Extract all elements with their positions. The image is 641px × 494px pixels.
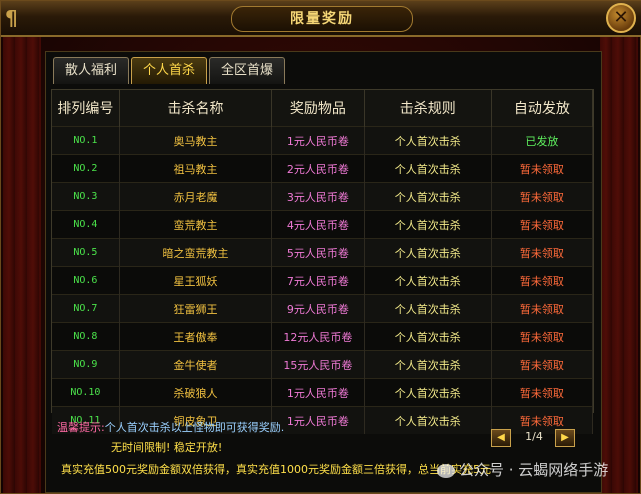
row-boss-name: 蛮荒教主	[119, 210, 273, 239]
curtain-right-decoration	[600, 31, 638, 493]
row-rule: 个人首次击杀	[364, 322, 492, 351]
row-rule: 个人首次击杀	[364, 126, 492, 155]
table-row: NO.5 暗之蛮荒教主 5元人民币卷 个人首次击杀 暂未领取	[52, 238, 594, 267]
row-reward: 1元人民币卷	[271, 126, 365, 155]
row-reward: 2元人民币卷	[271, 154, 365, 183]
reward-table: 排列编号 击杀名称 奖励物品 击杀规则 自动发放 NO.1 奥马教主 1元人民币卷个…	[51, 89, 594, 434]
title-bar: ¶ 限量奖励 ✕	[1, 1, 641, 37]
row-rule: 个人首次击杀	[364, 406, 492, 434]
table-row: NO.6 星王狐妖 7元人民币卷 个人首次击杀 暂未领取	[52, 266, 594, 295]
table-row: NO.4 蛮荒教主 4元人民币卷 个人首次击杀 暂未领取	[52, 210, 594, 239]
row-reward: 7元人民币卷	[271, 266, 365, 295]
tab-geren-shousha[interactable]: 个人首杀	[131, 57, 207, 84]
recharge-notice: 真实充值500元奖励金额双倍获得，真实充值1000元奖励金额三倍获得，总当前实充…	[61, 463, 491, 476]
tab-quanqu-shoubao[interactable]: 全区首爆	[209, 57, 285, 84]
row-boss-name: 祖马教主	[119, 154, 273, 183]
row-reward: 3元人民币卷	[271, 182, 365, 211]
watermark-text: 公众号 · 云蝎网络手游	[459, 461, 609, 479]
curtain-left-decoration	[3, 31, 41, 493]
table-row: NO.9 金牛使者 15元人民币卷 个人首次击杀 暂未领取	[52, 350, 594, 379]
table-row: NO.3 赤月老魔 3元人民币卷 个人首次击杀 暂未领取	[52, 182, 594, 211]
row-status[interactable]: 暂未领取	[491, 238, 594, 267]
row-rule: 个人首次击杀	[364, 182, 492, 211]
row-no: NO.8	[52, 322, 120, 351]
row-rule: 个人首次击杀	[364, 238, 492, 267]
row-reward: 1元人民币卷	[271, 406, 365, 434]
table-row: NO.8 王者傲奉 12元人民币卷 个人首次击杀 暂未领取	[52, 322, 594, 351]
header-name: 击杀名称	[119, 90, 273, 127]
table-row: NO.7 狂雷狮王 9元人民币卷 个人首次击杀 暂未领取	[52, 294, 594, 323]
row-status[interactable]: 暂未领取	[491, 182, 594, 211]
row-rule: 个人首次击杀	[364, 294, 492, 323]
row-no: NO.7	[52, 294, 120, 323]
row-rule: 个人首次击杀	[364, 210, 492, 239]
row-status[interactable]: 已发放	[491, 126, 594, 155]
row-no: NO.10	[52, 378, 120, 407]
row-boss-name: 金牛使者	[119, 350, 273, 379]
row-no: NO.1	[52, 126, 120, 155]
row-reward: 12元人民币卷	[271, 322, 365, 351]
row-status[interactable]: 暂未领取	[491, 378, 594, 407]
row-status[interactable]: 暂未领取	[491, 350, 594, 379]
row-boss-name: 王者傲奉	[119, 322, 273, 351]
prev-page-button[interactable]: ◀	[491, 429, 511, 447]
game-window: ¶ 限量奖励 ✕ 散人福利 个人首杀 全区首爆 排列编号 击杀名称 奖励物品 击…	[0, 0, 641, 494]
row-boss-name: 狂雷狮王	[119, 294, 273, 323]
next-page-button[interactable]: ▶	[555, 429, 575, 447]
row-status[interactable]: 暂未领取	[491, 266, 594, 295]
tip-label: 温馨提示:	[57, 421, 105, 434]
row-no: NO.5	[52, 238, 120, 267]
row-boss-name: 奥马教主	[119, 126, 273, 155]
row-status[interactable]: 暂未领取	[491, 210, 594, 239]
row-no: NO.3	[52, 182, 120, 211]
table-header-row: 排列编号 击杀名称 奖励物品 击杀规则 自动发放	[52, 90, 594, 127]
page-indicator: 1/4	[525, 430, 543, 443]
table-row: NO.1 奥马教主 1元人民币卷 个人首次击杀 已发放	[52, 126, 594, 155]
row-reward: 5元人民币卷	[271, 238, 365, 267]
row-rule: 个人首次击杀	[364, 350, 492, 379]
window-title: 限量奖励	[231, 6, 413, 32]
tip-line: 温馨提示:个人首次击杀以上怪物即可获得奖励.	[57, 419, 284, 435]
table-row: NO.10 杀破狼人 1元人民币卷 个人首次击杀 暂未领取	[52, 378, 594, 407]
corner-ornament-icon: ¶	[5, 6, 18, 30]
row-status[interactable]: 暂未领取	[491, 322, 594, 351]
row-no: NO.9	[52, 350, 120, 379]
row-reward: 15元人民币卷	[271, 350, 365, 379]
tip-body: 个人首次击杀以上怪物即可获得奖励.	[104, 421, 285, 434]
row-no: NO.2	[52, 154, 120, 183]
row-boss-name: 星王狐妖	[119, 266, 273, 295]
row-boss-name: 赤月老魔	[119, 182, 273, 211]
header-rule: 击杀规则	[364, 90, 492, 127]
row-no: NO.4	[52, 210, 120, 239]
row-reward: 4元人民币卷	[271, 210, 365, 239]
row-status[interactable]: 暂未领取	[491, 294, 594, 323]
close-button[interactable]: ✕	[606, 3, 636, 33]
row-boss-name: 杀破狼人	[119, 378, 273, 407]
row-no: NO.6	[52, 266, 120, 295]
header-reward: 奖励物品	[271, 90, 365, 127]
table-row: NO.2 祖马教主 2元人民币卷 个人首次击杀 暂未领取	[52, 154, 594, 183]
row-reward: 9元人民币卷	[271, 294, 365, 323]
row-boss-name: 暗之蛮荒教主	[119, 238, 273, 267]
tab-sanren-fuli[interactable]: 散人福利	[53, 57, 129, 84]
watermark-logo-icon	[437, 463, 455, 478]
header-no: 排列编号	[52, 90, 120, 127]
row-reward: 1元人民币卷	[271, 378, 365, 407]
row-rule: 个人首次击杀	[364, 378, 492, 407]
row-status[interactable]: 暂未领取	[491, 154, 594, 183]
watermark: 公众号 · 云蝎网络手游	[437, 459, 608, 480]
row-rule: 个人首次击杀	[364, 154, 492, 183]
limit-notice: 无时间限制! 稳定开放!	[111, 441, 223, 454]
header-status: 自动发放	[491, 90, 594, 127]
row-rule: 个人首次击杀	[364, 266, 492, 295]
